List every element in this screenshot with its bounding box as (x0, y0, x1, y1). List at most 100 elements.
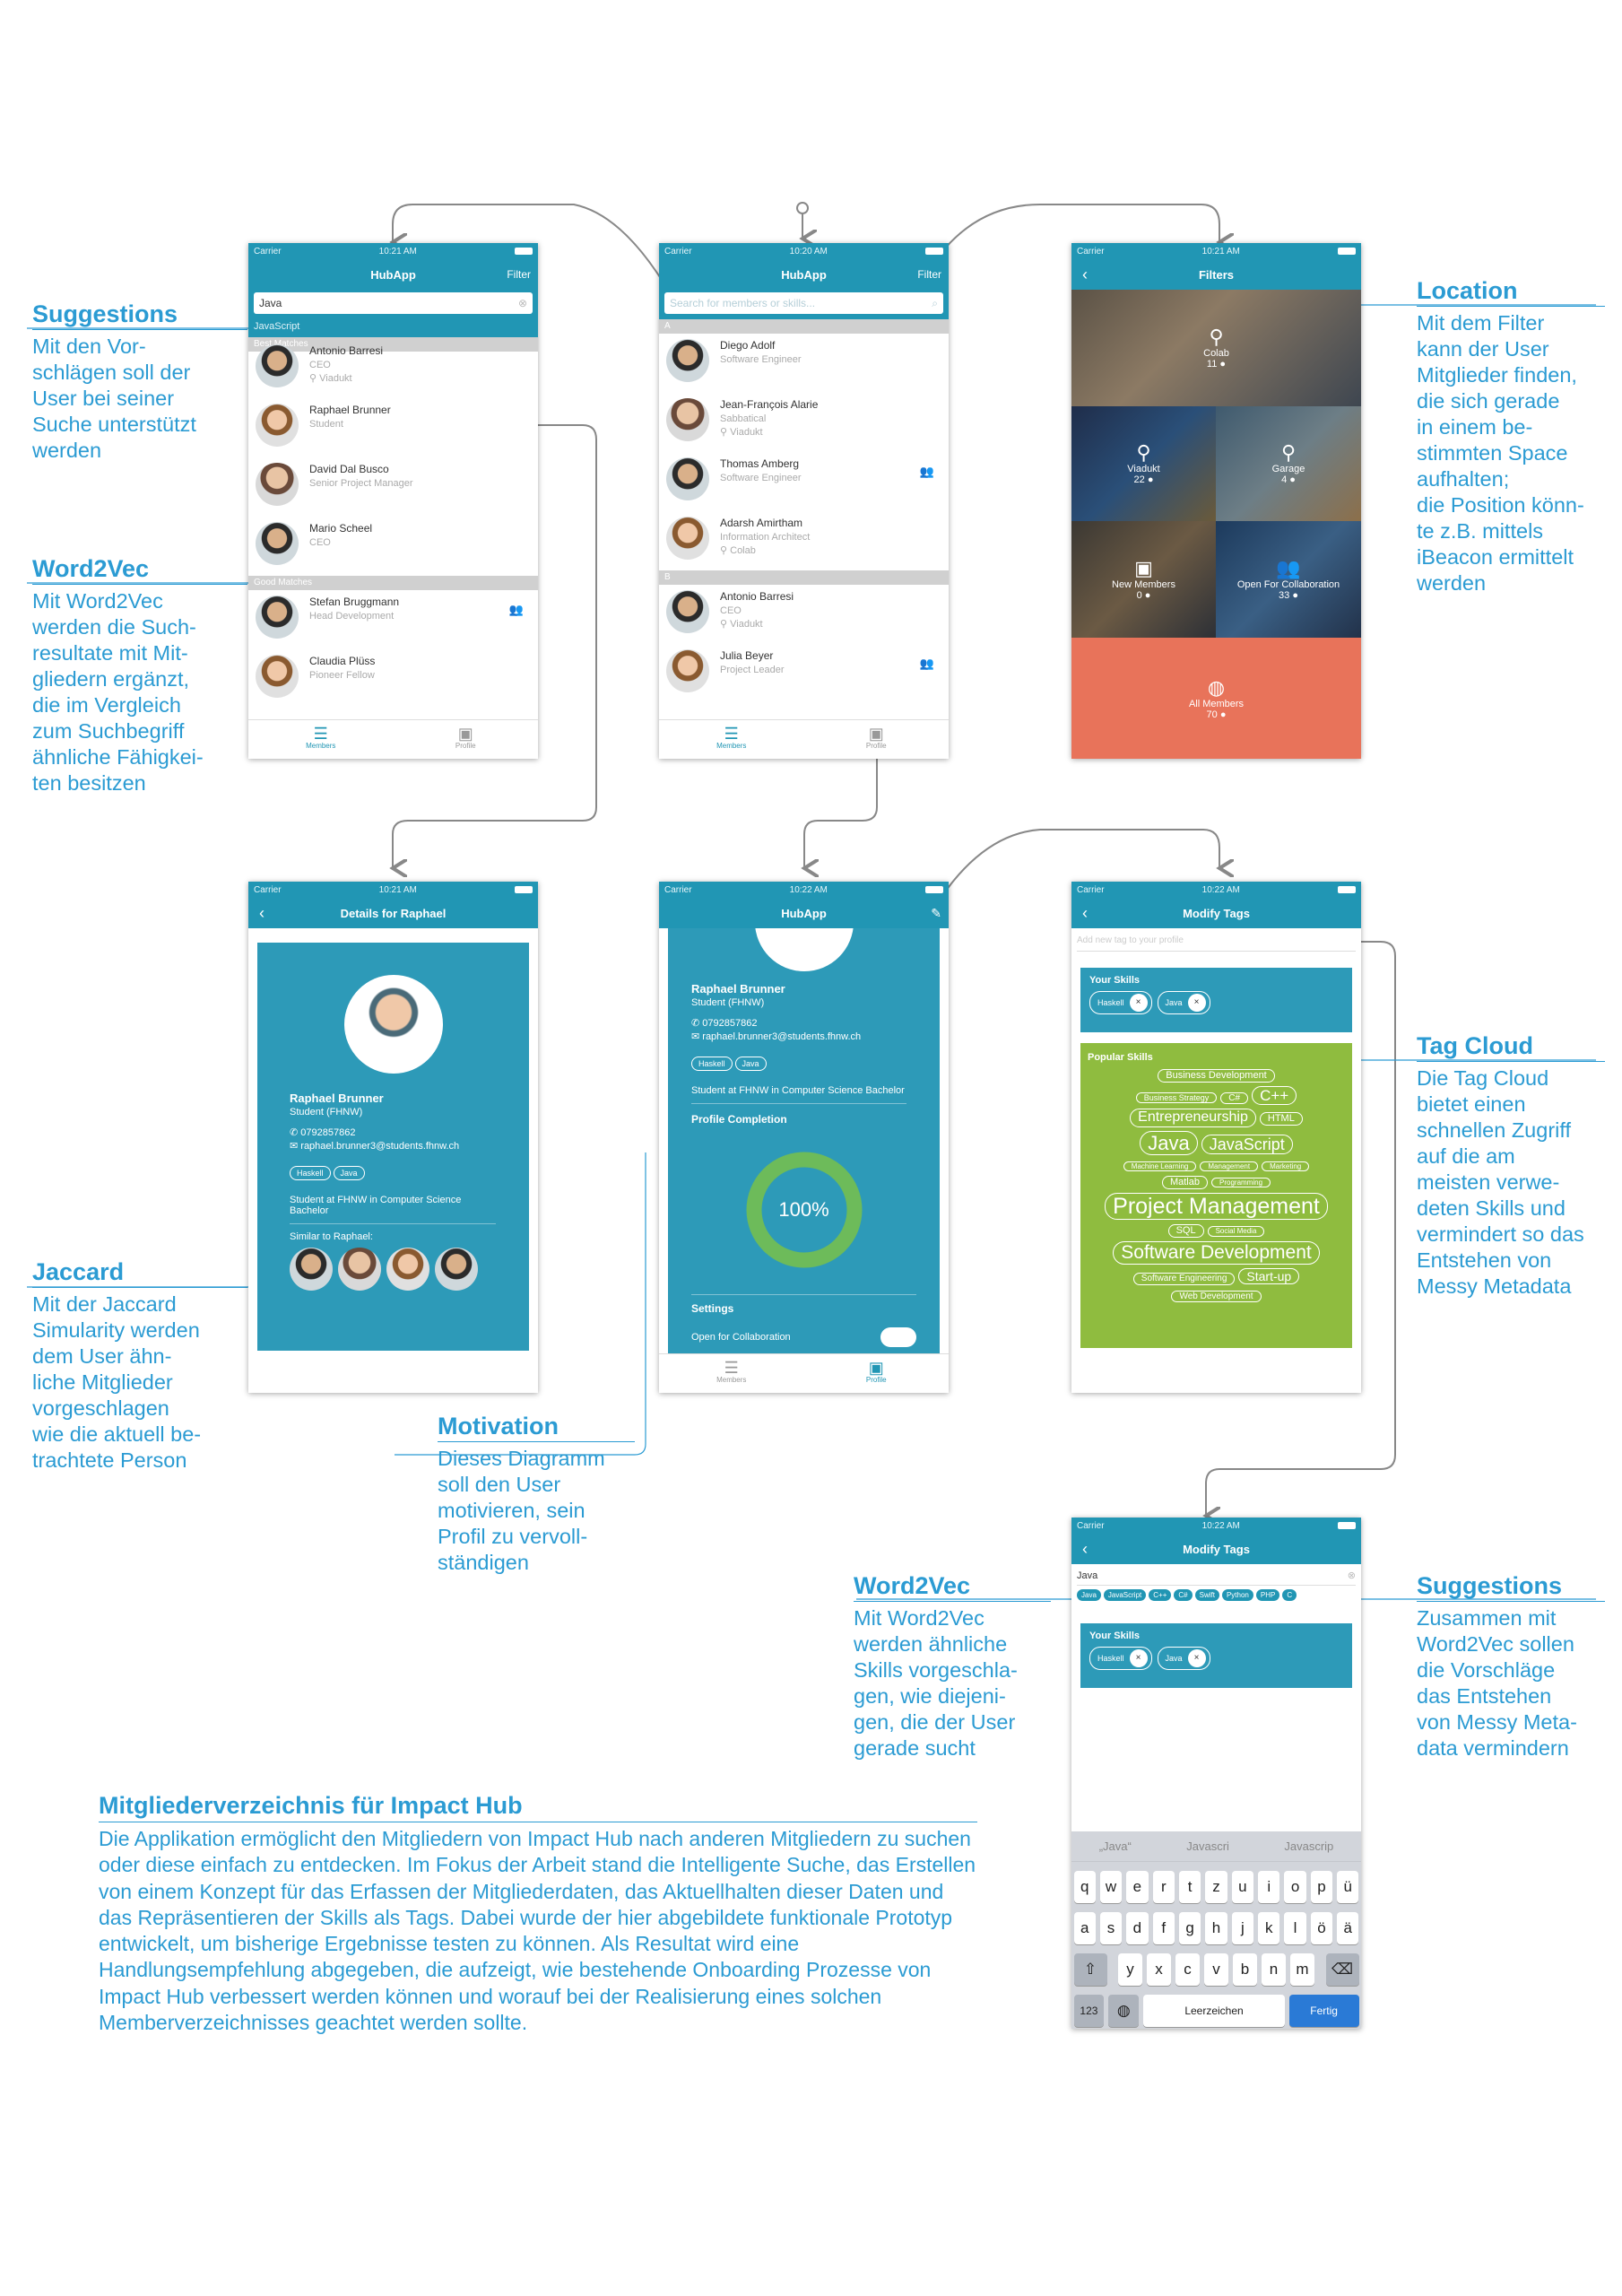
close-icon[interactable]: × (1187, 1649, 1206, 1667)
cloud-tag[interactable]: Marketing (1262, 1161, 1310, 1172)
key-p[interactable]: p (1310, 1871, 1333, 1903)
key-u[interactable]: u (1231, 1871, 1254, 1903)
tab-profile[interactable]: ▣ Profile (804, 1354, 950, 1393)
cloud-tag[interactable]: Start-up (1238, 1268, 1300, 1285)
key-d[interactable]: d (1126, 1912, 1149, 1944)
suggestion-chip[interactable]: Java (1077, 1589, 1101, 1601)
cloud-tag[interactable]: C++ (1252, 1085, 1297, 1106)
skill-tag[interactable]: Haskell (691, 1057, 733, 1071)
suggestion-chip[interactable]: PHP (1255, 1589, 1280, 1601)
cloud-tag[interactable]: Entrepreneurship (1130, 1109, 1256, 1127)
avatar[interactable] (338, 1248, 381, 1291)
tab-members[interactable]: ☰ Members (248, 720, 394, 759)
close-icon[interactable]: × (1187, 994, 1206, 1012)
key-y[interactable]: y (1118, 1953, 1142, 1986)
avatar[interactable] (290, 1248, 333, 1291)
search-input[interactable]: Java ⊗ (254, 292, 533, 314)
close-icon[interactable]: × (1129, 1649, 1148, 1667)
key-c[interactable]: c (1175, 1953, 1200, 1986)
list-item[interactable]: Stefan Bruggmann Head Development 👥 (248, 590, 538, 649)
key-x[interactable]: x (1147, 1953, 1171, 1986)
tab-profile[interactable]: ▣ Profile (394, 720, 539, 759)
cloud-tag[interactable]: SQL (1167, 1224, 1204, 1239)
list-item[interactable]: Julia Beyer Project Leader 👥 (659, 644, 949, 703)
filter-tile-garage[interactable]: ⚲ Garage 4 ● (1216, 406, 1361, 521)
prediction[interactable]: Javascri (1186, 1839, 1229, 1853)
key-j[interactable]: j (1231, 1912, 1254, 1944)
phone-line[interactable]: ✆ 0792857862 (691, 1017, 916, 1029)
key-m[interactable]: m (1290, 1953, 1314, 1986)
cloud-tag[interactable]: Business Development (1158, 1069, 1275, 1083)
search-input[interactable]: Search for members or skills... ⌕ (664, 292, 943, 314)
email-line[interactable]: ✉ raphael.brunner3@students.fhnw.ch (290, 1140, 497, 1152)
filter-button[interactable]: Filter (917, 268, 941, 281)
key-ü[interactable]: ü (1337, 1871, 1359, 1903)
key-o[interactable]: o (1284, 1871, 1306, 1903)
back-chevron-icon[interactable]: ‹ (1082, 1540, 1088, 1559)
open-collab-toggle[interactable] (880, 1327, 916, 1347)
key-g[interactable]: g (1178, 1912, 1201, 1944)
key-n[interactable]: n (1262, 1953, 1286, 1986)
back-chevron-icon[interactable]: ‹ (1082, 265, 1088, 284)
key-b[interactable]: b (1233, 1953, 1257, 1986)
suggestion-chip[interactable]: C++ (1149, 1589, 1172, 1601)
key-s[interactable]: s (1099, 1912, 1123, 1944)
tag-input[interactable]: Add new tag to your profile (1077, 930, 1356, 952)
avatar[interactable] (386, 1248, 429, 1291)
cloud-tag[interactable]: Business Strategy (1135, 1091, 1218, 1103)
tag-input[interactable]: Java ⊗ (1077, 1566, 1356, 1586)
key-ö[interactable]: ö (1310, 1912, 1333, 1944)
tab-profile[interactable]: ▣ Profile (804, 720, 950, 759)
cloud-tag[interactable]: Software Development (1113, 1241, 1320, 1265)
suggestion-chip[interactable]: Swift (1194, 1589, 1219, 1601)
filter-button[interactable]: Filter (507, 268, 531, 281)
tab-members[interactable]: ☰ Members (659, 720, 804, 759)
filter-tile-open-collaboration[interactable]: 👥 Open For Collaboration 33 ● (1216, 521, 1361, 638)
key-l[interactable]: l (1284, 1912, 1306, 1944)
cloud-tag[interactable]: Management (1200, 1161, 1259, 1172)
email-line[interactable]: ✉ raphael.brunner3@students.fhnw.ch (691, 1031, 916, 1042)
skill-tag[interactable]: Haskell × (1089, 991, 1152, 1014)
key-t[interactable]: t (1178, 1871, 1201, 1903)
cloud-tag[interactable]: Social Media (1207, 1226, 1265, 1237)
filter-tile-new-members[interactable]: ▣ New Members 0 ● (1071, 521, 1216, 638)
cloud-tag[interactable]: Programming (1211, 1178, 1271, 1188)
list-item[interactable]: Diego Adolf Software Engineer (659, 334, 949, 393)
key-w[interactable]: w (1099, 1871, 1123, 1903)
skill-tag[interactable]: Haskell (290, 1166, 331, 1180)
list-item[interactable]: Antonio Barresi CEO ⚲ Viadukt (248, 339, 538, 398)
list-item[interactable]: Claudia Plüss Pioneer Fellow (248, 649, 538, 709)
skill-tag[interactable]: Java (333, 1166, 365, 1180)
avatar[interactable] (435, 1248, 478, 1291)
filter-tile-colab[interactable]: ⚲ Colab 11 ● (1071, 290, 1361, 406)
cloud-tag[interactable]: Matlab (1161, 1176, 1208, 1189)
suggestion-chip[interactable]: C (1282, 1589, 1297, 1601)
list-item[interactable]: Raphael Brunner Student (248, 398, 538, 457)
prediction[interactable]: Javascrip (1284, 1839, 1333, 1853)
key-q[interactable]: q (1073, 1871, 1096, 1903)
cloud-tag[interactable]: C# (1220, 1091, 1249, 1105)
clear-icon[interactable]: ⊗ (1348, 1570, 1356, 1581)
key-z[interactable]: z (1205, 1871, 1227, 1903)
clear-icon[interactable]: ⊗ (518, 297, 527, 309)
cloud-tag[interactable]: HTML (1259, 1112, 1303, 1126)
skill-tag[interactable]: Java × (1157, 1647, 1210, 1670)
numbers-key[interactable]: 123 (1073, 1995, 1105, 2027)
skill-tag[interactable]: Java (734, 1057, 767, 1071)
cloud-tag[interactable]: JavaScript (1201, 1134, 1293, 1155)
globe-key-icon[interactable]: ◍ (1108, 1995, 1140, 2027)
space-key[interactable]: Leerzeichen (1143, 1995, 1285, 2027)
suggestion-chip[interactable]: Python (1221, 1589, 1253, 1601)
prediction[interactable]: „Java“ (1099, 1839, 1132, 1853)
cloud-tag[interactable]: Web Development (1171, 1290, 1262, 1303)
list-item[interactable]: Adarsh Amirtham Information Architect ⚲ Co… (659, 511, 949, 570)
key-r[interactable]: r (1152, 1871, 1175, 1903)
filter-tile-all-members[interactable]: ◍ All Members 70 ● (1071, 638, 1361, 759)
key-f[interactable]: f (1152, 1912, 1175, 1944)
key-e[interactable]: e (1126, 1871, 1149, 1903)
key-i[interactable]: i (1258, 1871, 1280, 1903)
tab-members[interactable]: ☰ Members (659, 1354, 804, 1393)
filter-tile-viadukt[interactable]: ⚲ Viadukt 22 ● (1071, 406, 1216, 521)
key-a[interactable]: a (1073, 1912, 1096, 1944)
key-h[interactable]: h (1205, 1912, 1227, 1944)
